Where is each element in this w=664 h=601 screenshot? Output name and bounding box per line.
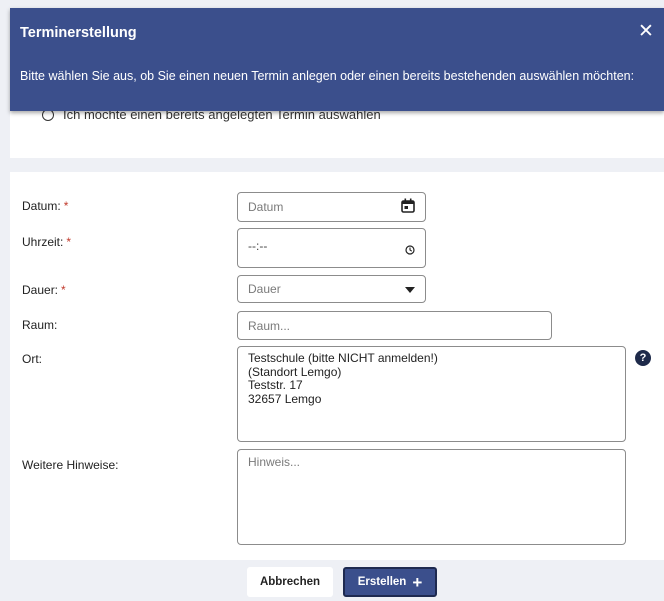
raum-label: Raum: — [22, 318, 58, 332]
raum-placeholder: Raum... — [248, 318, 291, 333]
close-icon[interactable]: ✕ — [638, 22, 654, 42]
datum-input[interactable]: Datum — [237, 192, 426, 222]
appointment-form: Datum: * Datum Uhrzeit: * --:-- Dauer: * Da… — [10, 172, 664, 560]
caret-down-icon[interactable] — [405, 282, 415, 296]
uhrzeit-input[interactable]: --:-- — [237, 228, 426, 268]
hinweise-textarea[interactable]: Hinweis... — [237, 449, 626, 545]
dialog-header: Terminerstellung ✕ Bitte wählen Sie aus,… — [10, 8, 664, 111]
ort-line: (Standort Lemgo) — [248, 364, 342, 379]
dauer-select[interactable]: Dauer — [237, 275, 426, 303]
cancel-button[interactable]: Abbrechen — [247, 567, 333, 597]
help-icon[interactable]: ? — [635, 350, 651, 366]
datum-placeholder: Datum — [248, 200, 284, 214]
ort-line: 32657 Lemgo — [248, 391, 322, 406]
dauer-placeholder: Dauer — [248, 282, 281, 296]
uhrzeit-value: --:-- — [248, 239, 268, 253]
ort-label: Ort: — [22, 352, 42, 366]
datum-label: Datum: * — [22, 199, 69, 213]
hinweise-label: Weitere Hinweise: — [22, 458, 119, 472]
required-marker: * — [66, 235, 72, 249]
dauer-label: Dauer: * — [22, 283, 66, 297]
cancel-button-label: Abbrechen — [259, 576, 321, 588]
required-marker: * — [63, 199, 69, 213]
required-marker: * — [61, 283, 66, 297]
clock-icon[interactable] — [405, 244, 415, 258]
calendar-icon[interactable] — [401, 198, 415, 216]
raum-input[interactable]: Raum... — [237, 311, 552, 340]
dialog-title: Terminerstellung — [20, 25, 137, 41]
plus-icon: + — [412, 572, 423, 592]
create-button[interactable]: Erstellen + — [343, 567, 437, 597]
ort-line: Teststr. 17 — [248, 378, 303, 392]
uhrzeit-label: Uhrzeit: * — [22, 235, 72, 249]
dialog-description: Bitte wählen Sie aus, ob Sie einen neuen… — [20, 69, 635, 83]
ort-line: Testschule (bitte NICHT anmelden!) — [248, 351, 438, 365]
hinweise-placeholder: Hinweis... — [248, 455, 301, 469]
create-button-label: Erstellen — [357, 576, 407, 588]
ort-textarea[interactable]: Testschule (bitte NICHT anmelden!) (Stan… — [237, 346, 626, 442]
